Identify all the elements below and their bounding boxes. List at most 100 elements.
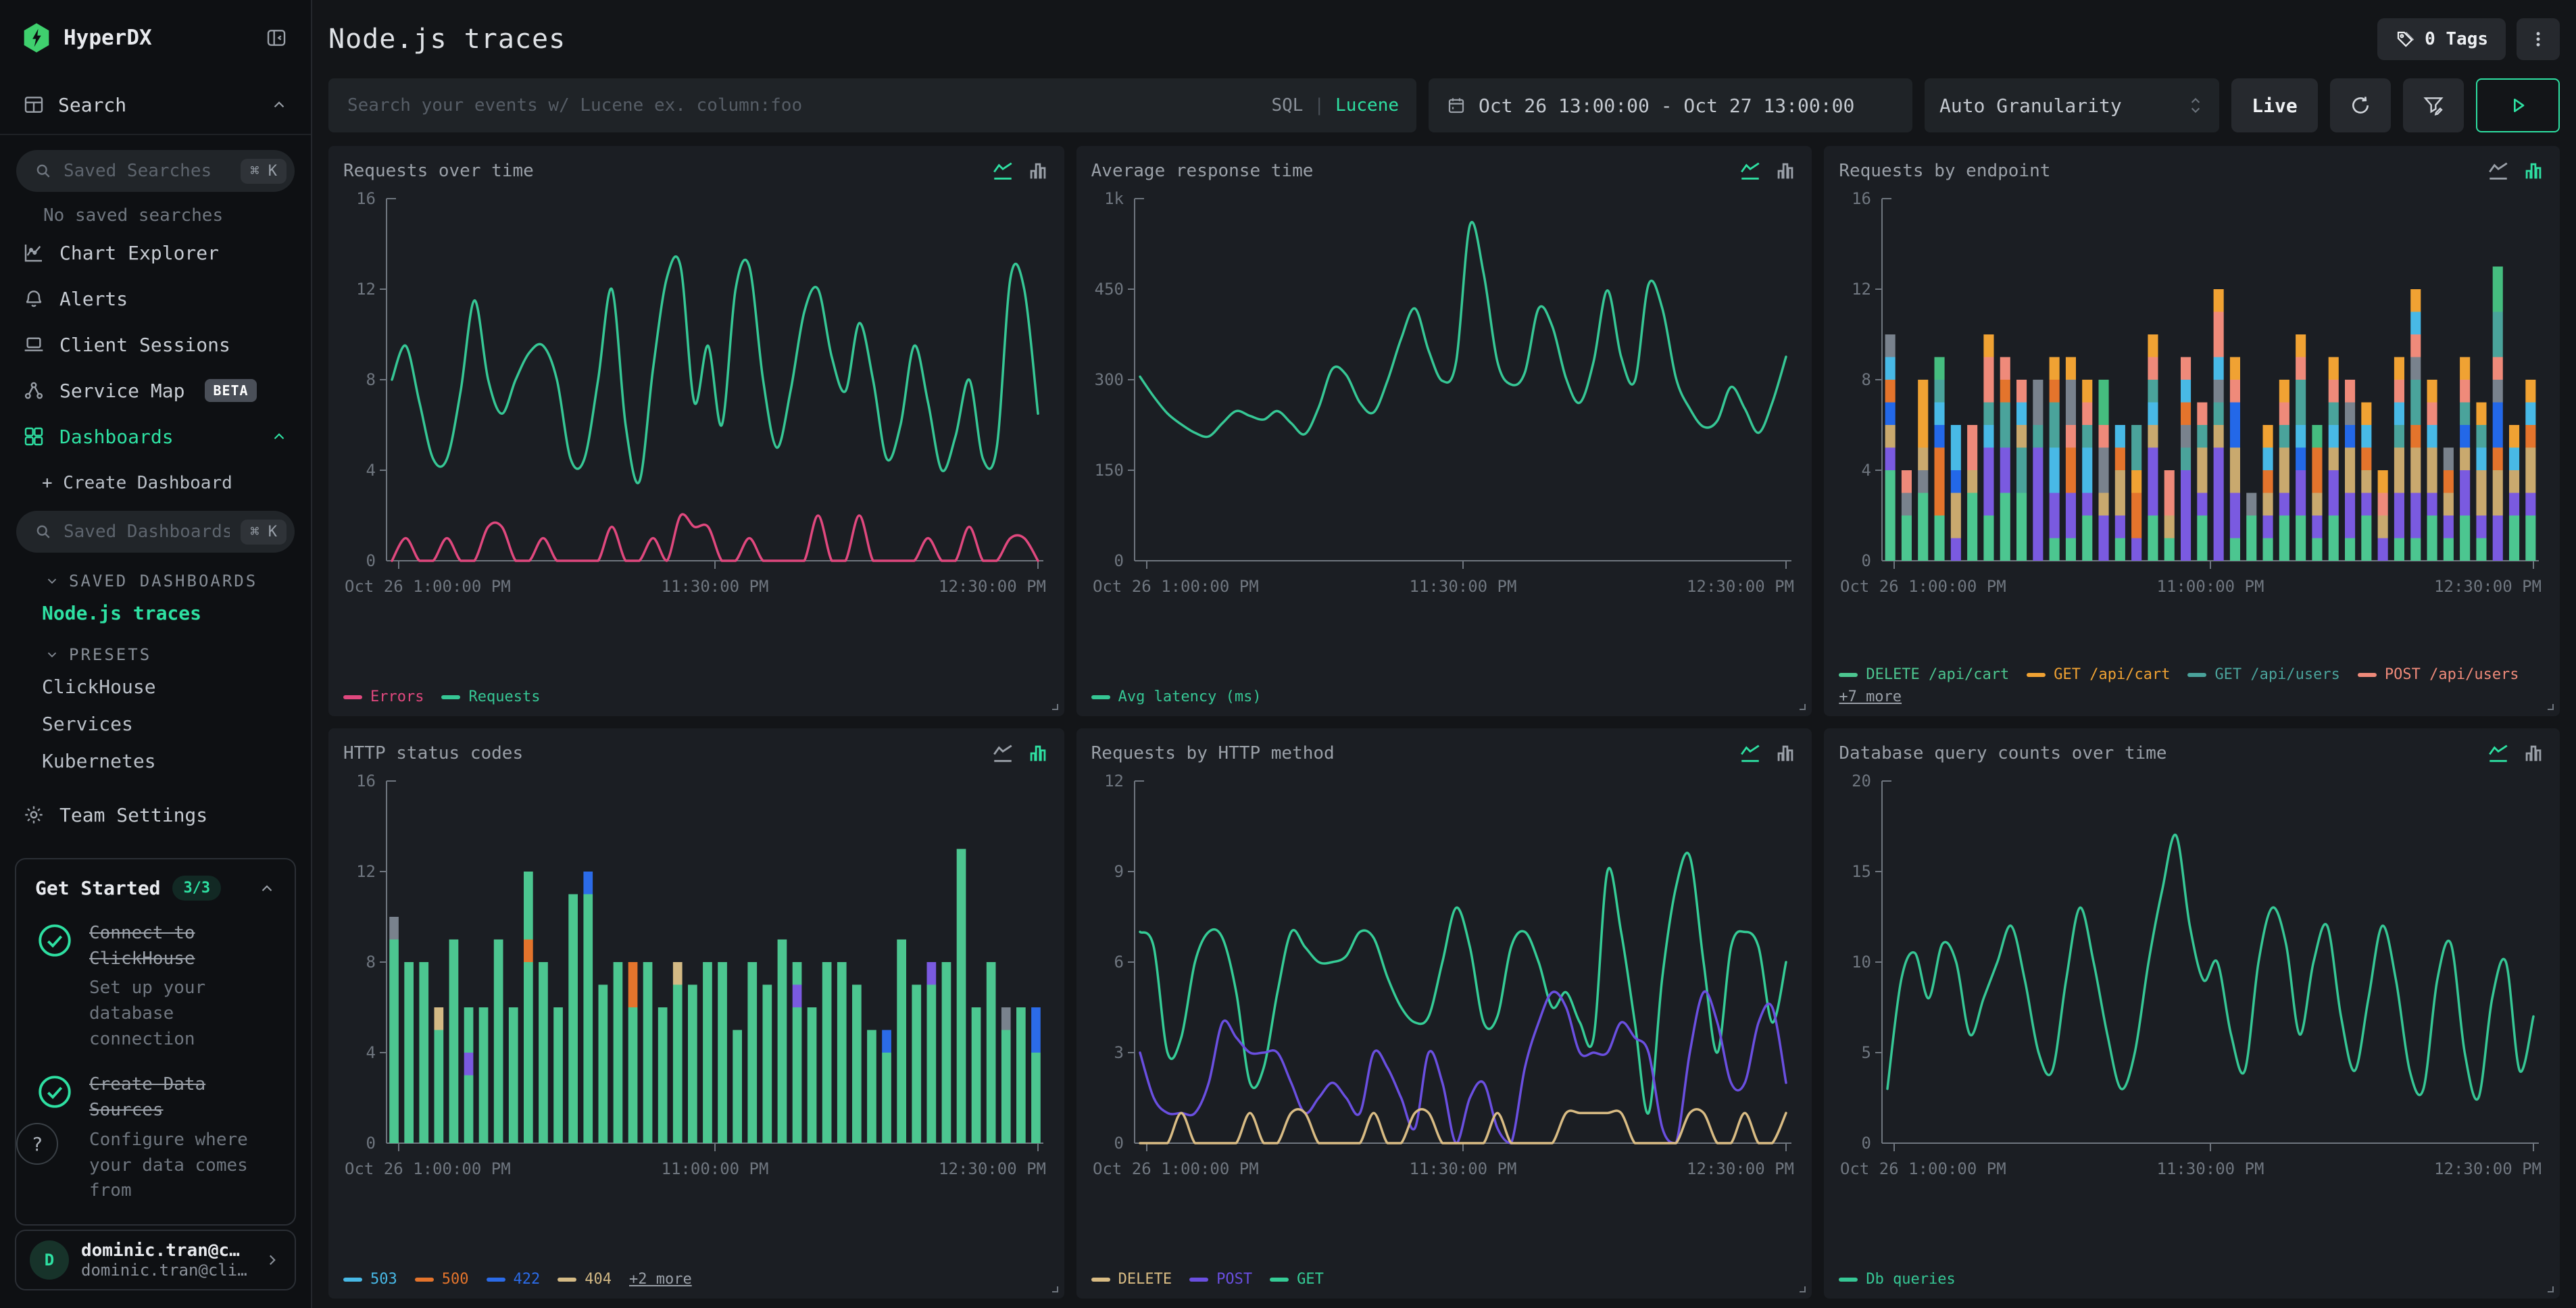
question-mark-icon: ? [32, 1133, 43, 1155]
live-button[interactable]: Live [2231, 78, 2318, 132]
lucene-toggle[interactable]: Lucene [1335, 95, 1399, 116]
granularity-select[interactable]: Auto Granularity [1925, 78, 2219, 132]
legend-item[interactable]: Requests [441, 688, 540, 705]
date-range-picker[interactable]: Oct 26 13:00:00 - Oct 27 13:00:00 [1429, 78, 1912, 132]
sidebar-item-service-map[interactable]: Service Map BETA [0, 368, 311, 413]
chart-canvas[interactable]: 036912Oct 26 1:00:00 PM11:30:00 PM12:30:… [1091, 770, 1795, 1189]
refresh-button[interactable] [2330, 78, 2391, 132]
svg-text:15: 15 [1852, 862, 1871, 881]
help-button[interactable]: ? [16, 1123, 58, 1165]
resize-handle[interactable] [2542, 699, 2556, 712]
more-options-button[interactable] [2517, 18, 2560, 60]
legend-item[interactable]: 500 [415, 1271, 469, 1288]
legend-item[interactable]: 422 [487, 1271, 541, 1288]
create-dashboard-button[interactable]: + Create Dashboard [0, 459, 311, 496]
collapse-sidebar-icon[interactable] [265, 27, 288, 49]
event-search-box[interactable]: SQL | Lucene [328, 78, 1416, 132]
filter-button[interactable] [2403, 78, 2464, 132]
legend-item[interactable]: Db queries [1839, 1271, 1955, 1288]
chart-title: Requests by endpoint [1839, 161, 2050, 181]
saved-dashboards-input[interactable]: ⌘ K [16, 511, 295, 553]
page-header: Node.js traces 0 Tags [328, 0, 2560, 78]
section-presets[interactable]: PRESETS [0, 632, 311, 668]
legend-more-link[interactable]: +2 more [629, 1271, 692, 1288]
saved-dashboards-field[interactable] [62, 521, 231, 543]
sidebar-item-chart-explorer[interactable]: Chart Explorer [0, 230, 311, 276]
sidebar-item-dashboards[interactable]: Dashboards [0, 413, 311, 459]
line-chart-toggle-icon[interactable] [1739, 159, 1762, 182]
event-search-input[interactable] [346, 95, 1260, 116]
page-title: Node.js traces [328, 24, 566, 55]
sidebar-dashboard-node-traces[interactable]: Node.js traces [0, 595, 311, 632]
legend-item[interactable]: DELETE /api/cart [1839, 666, 2009, 683]
legend-item[interactable]: 404 [558, 1271, 612, 1288]
svg-text:8: 8 [1862, 370, 1871, 389]
get-started-item: Create Data Sources Configure where your… [35, 1072, 276, 1203]
svg-text:1k: 1k [1104, 189, 1124, 208]
legend-item[interactable]: GET /api/cart [2027, 666, 2170, 683]
bar-chart-toggle-icon[interactable] [2522, 159, 2545, 182]
saved-searches-input[interactable]: ⌘ K [16, 150, 295, 192]
legend-item[interactable]: POST [1189, 1271, 1252, 1288]
bar-chart-toggle-icon[interactable] [2522, 742, 2545, 765]
line-chart-toggle-icon[interactable] [2487, 742, 2510, 765]
dashboard-grid: Requests over time 0481216Oct 26 1:00:00… [328, 146, 2560, 1299]
sidebar-preset-services[interactable]: Services [0, 705, 311, 743]
section-saved-dashboards[interactable]: SAVED DASHBOARDS [0, 558, 311, 595]
sql-toggle[interactable]: SQL [1271, 95, 1303, 116]
sidebar-preset-kubernetes[interactable]: Kubernetes [0, 743, 311, 780]
chart-canvas[interactable]: 05101520Oct 26 1:00:00 PM11:30:00 PM12:3… [1839, 770, 2543, 1189]
sidebar-item-label: Team Settings [59, 804, 207, 826]
bar-chart-toggle-icon[interactable] [1774, 742, 1797, 765]
sidebar-preset-clickhouse[interactable]: ClickHouse [0, 668, 311, 705]
resize-handle[interactable] [2542, 1281, 2556, 1294]
get-started-step-desc: Set up your database connection [89, 976, 276, 1052]
svg-text:10: 10 [1852, 953, 1871, 972]
sidebar-item-client-sessions[interactable]: Client Sessions [0, 322, 311, 368]
legend-item[interactable]: DELETE [1091, 1271, 1172, 1288]
run-query-button[interactable] [2476, 78, 2560, 132]
brand-title: HyperDX [64, 26, 152, 50]
svg-text:0: 0 [1862, 1134, 1871, 1153]
svg-text:0: 0 [366, 1134, 376, 1153]
legend-item[interactable]: GET /api/users [2187, 666, 2339, 683]
chart-panel-requests-over-time: Requests over time 0481216Oct 26 1:00:00… [328, 146, 1064, 716]
line-chart-toggle-icon[interactable] [1739, 742, 1762, 765]
chart-canvas[interactable]: 01503004501kOct 26 1:00:00 PM11:30:00 PM… [1091, 188, 1795, 607]
chart-title: Requests over time [343, 161, 534, 181]
bar-chart-toggle-icon[interactable] [1774, 159, 1797, 182]
query-language-toggle[interactable]: SQL | Lucene [1271, 95, 1399, 116]
svg-text:11:30:00 PM: 11:30:00 PM [2157, 1159, 2264, 1178]
legend-item[interactable]: POST /api/users [2358, 666, 2519, 683]
chart-canvas[interactable]: 0481216Oct 26 1:00:00 PM11:00:00 PM12:30… [1839, 188, 2543, 607]
bar-chart-toggle-icon[interactable] [1026, 159, 1049, 182]
user-menu[interactable]: D dominic.tran@c… dominic.tran@cli… [15, 1230, 296, 1290]
legend-item[interactable]: 503 [343, 1271, 397, 1288]
legend-swatch [415, 1278, 434, 1282]
sidebar-item-team-settings[interactable]: Team Settings [0, 792, 311, 838]
chevron-up-down-icon [2187, 95, 2204, 116]
chart-canvas[interactable]: 0481216Oct 26 1:00:00 PM11:00:00 PM12:30… [343, 770, 1047, 1189]
get-started-progress-badge: 3/3 [172, 876, 221, 901]
saved-searches-field[interactable] [62, 160, 231, 182]
tags-button[interactable]: 0 Tags [2377, 18, 2506, 60]
bar-chart-toggle-icon[interactable] [1026, 742, 1049, 765]
resize-handle[interactable] [1794, 1281, 1808, 1294]
legend-item[interactable]: GET [1270, 1271, 1324, 1288]
chart-canvas[interactable]: 0481216Oct 26 1:00:00 PM11:30:00 PM12:30… [343, 188, 1047, 607]
line-chart-toggle-icon[interactable] [2487, 159, 2510, 182]
line-chart-toggle-icon[interactable] [991, 742, 1014, 765]
legend-item[interactable]: Avg latency (ms) [1091, 688, 1262, 705]
resize-handle[interactable] [1794, 699, 1808, 712]
filter-edit-icon [2423, 95, 2444, 116]
sidebar-item-alerts[interactable]: Alerts [0, 276, 311, 322]
resize-handle[interactable] [1047, 1281, 1060, 1294]
resize-handle[interactable] [1047, 699, 1060, 712]
legend-more-link[interactable]: +7 more [1839, 688, 1902, 705]
svg-text:5: 5 [1862, 1043, 1871, 1062]
legend-swatch [487, 1278, 505, 1282]
legend-item[interactable]: Errors [343, 688, 424, 705]
line-chart-toggle-icon[interactable] [991, 159, 1014, 182]
sidebar-item-search[interactable]: Search [0, 76, 311, 134]
chevron-up-icon[interactable] [258, 880, 276, 897]
